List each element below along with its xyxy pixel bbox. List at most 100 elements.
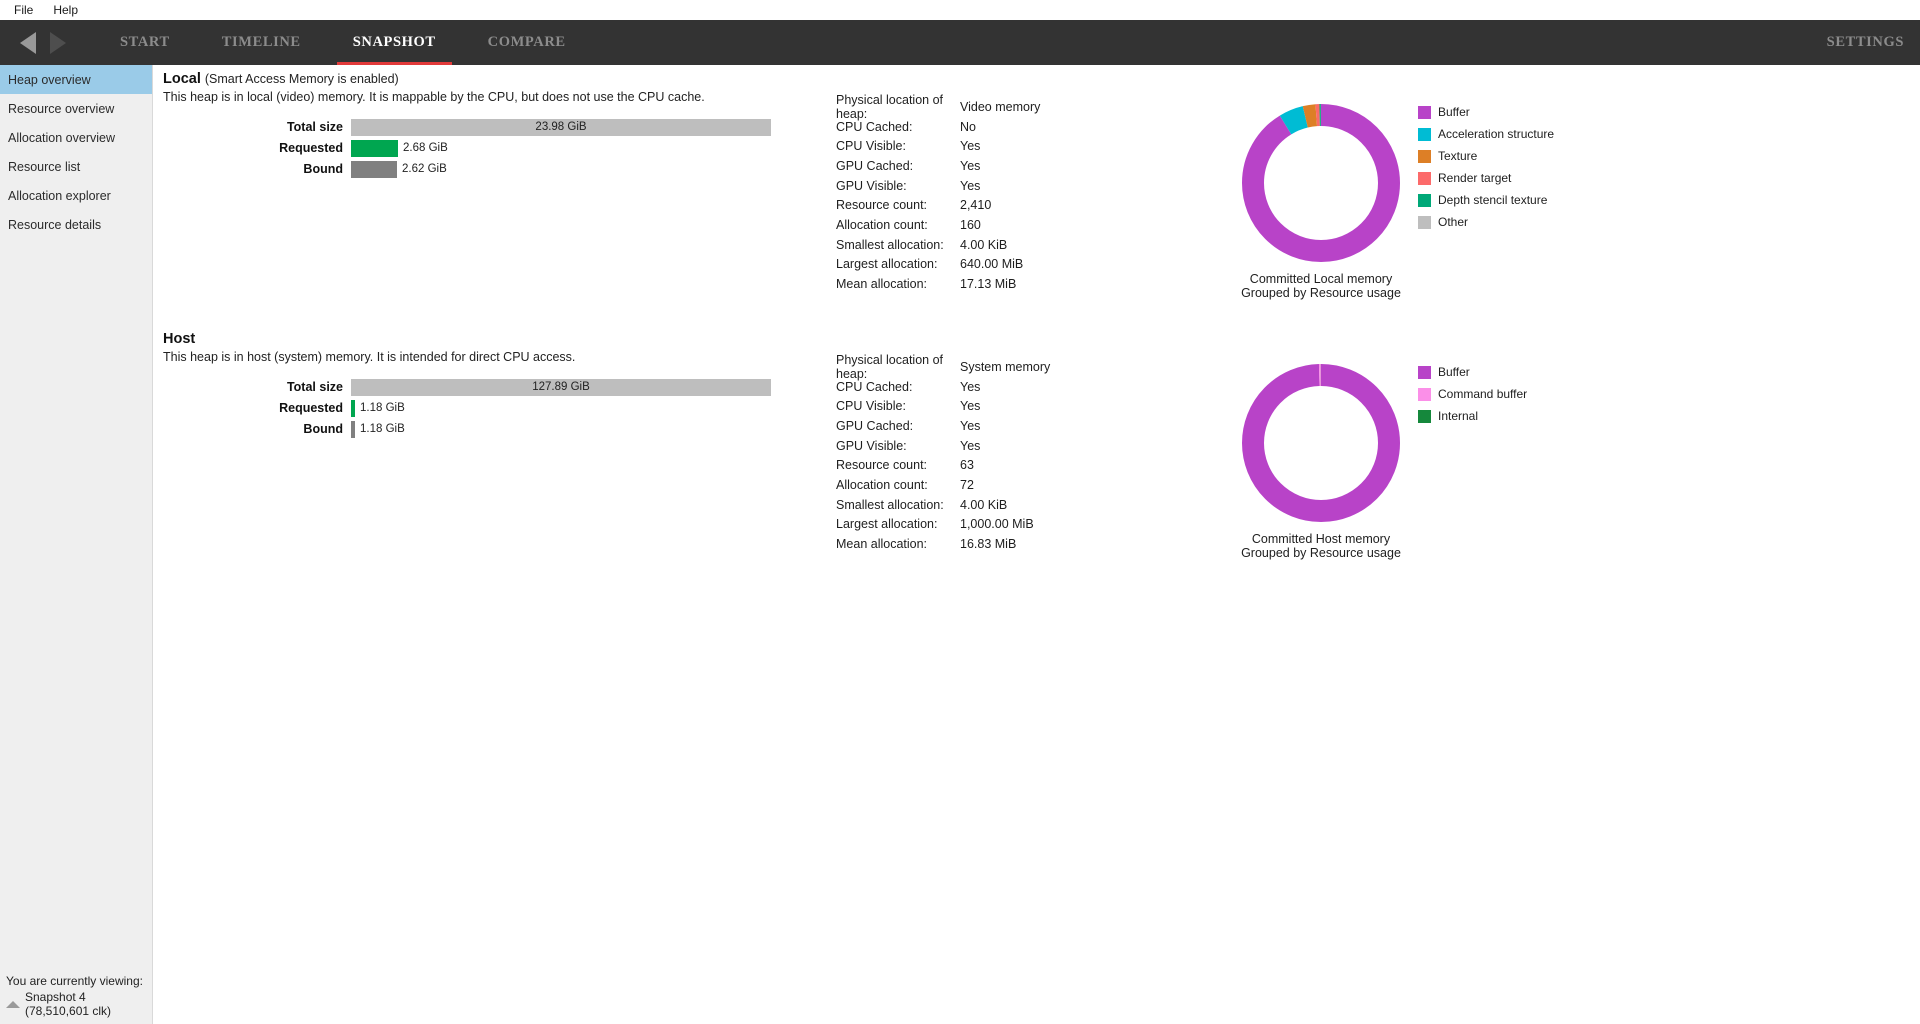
property-value: System memory (960, 359, 1051, 374)
legend-item[interactable]: Render target (1418, 167, 1554, 189)
property-value: 160 (960, 217, 981, 232)
property-key: Physical location of heap: (836, 352, 944, 381)
property-key: Largest allocation: (836, 517, 938, 532)
donut-slice-buffer (1242, 104, 1400, 262)
legend-item[interactable]: Buffer (1418, 101, 1554, 123)
property-value: Yes (960, 379, 981, 394)
property-value: No (960, 119, 976, 134)
menu-item-help[interactable]: Help (43, 1, 88, 19)
property-row: Smallest allocation: 4.00 KiB (836, 495, 1050, 515)
property-value: 1,000.00 MiB (960, 517, 1034, 532)
property-row: CPU Cached: Yes (836, 377, 1050, 397)
bar-track: 2.62 GiB (351, 160, 447, 178)
property-row: Resource count: 2,410 (836, 195, 1040, 215)
bar-fill (351, 139, 398, 157)
triangle-right-icon[interactable] (50, 31, 66, 54)
sidebar-item-heap-overview[interactable]: Heap overview (0, 65, 152, 94)
property-value: Yes (960, 158, 981, 173)
bar-label: Total size (286, 380, 343, 394)
bar-track: 127.89 GiB (351, 378, 771, 396)
legend-item[interactable]: Internal (1418, 405, 1527, 427)
legend-swatch-render-target (1418, 171, 1431, 185)
property-row: Smallest allocation: 4.00 KiB (836, 235, 1040, 255)
property-row: Resource count: 63 (836, 455, 1050, 475)
property-key: Largest allocation: (836, 257, 938, 272)
property-key: Smallest allocation: (836, 237, 944, 252)
sidebar-item-label: Heap overview (8, 72, 91, 87)
menu-bar: File Help (0, 0, 1920, 20)
tab-snapshot[interactable]: SNAPSHOT (327, 20, 462, 65)
legend-item[interactable]: Buffer (1418, 361, 1527, 383)
status-snapshot-label: Snapshot 4 (78,510,601 clk) (25, 990, 112, 1018)
property-row: CPU Cached: No (836, 117, 1040, 137)
legend-item[interactable]: Texture (1418, 145, 1554, 167)
legend-label: Render target (1438, 171, 1512, 185)
bar-value: 127.89 GiB (532, 380, 590, 393)
sidebar-item-allocation-overview[interactable]: Allocation overview (0, 123, 152, 152)
legend-swatch-buffer (1418, 365, 1431, 379)
tab-start[interactable]: START (94, 20, 196, 65)
property-value: 4.00 KiB (960, 497, 1008, 512)
legend-item[interactable]: Acceleration structure (1418, 123, 1554, 145)
host-chart-legend: Buffer Command buffer Internal (1418, 361, 1527, 427)
sidebar-item-resource-details[interactable]: Resource details (0, 210, 152, 239)
sidebar-item-allocation-explorer[interactable]: Allocation explorer (0, 181, 152, 210)
donut-slice-buffer (1242, 364, 1400, 522)
property-key: Resource count: (836, 458, 928, 473)
property-value: 63 (960, 458, 974, 473)
triangle-left-icon[interactable] (20, 31, 36, 54)
sidebar-item-resource-overview[interactable]: Resource overview (0, 94, 152, 123)
property-key: GPU Cached: (836, 158, 914, 173)
legend-label: Command buffer (1438, 387, 1528, 401)
property-value: Yes (960, 139, 981, 154)
local-heap-note: (Smart Access Memory is enabled) (204, 72, 399, 86)
donut-svg-local (1242, 104, 1400, 262)
bar-track: 23.98 GiB (351, 118, 771, 136)
local-heap-properties: Physical location of heap: Video memory C… (836, 93, 1040, 294)
property-value: 17.13 MiB (960, 277, 1017, 292)
property-row: GPU Visible: Yes (836, 176, 1040, 196)
property-key: Physical location of heap: (836, 92, 944, 121)
settings-button[interactable]: SETTINGS (1827, 20, 1904, 65)
legend-item[interactable]: Depth stencil texture (1418, 189, 1554, 211)
tab-timeline[interactable]: TIMELINE (196, 20, 327, 65)
status-snapshot-row[interactable]: Snapshot 4 (78,510,601 clk) (4, 990, 148, 1018)
app-shell: Heap overview Resource overview Allocati… (0, 65, 1920, 1024)
property-row: Mean allocation: 17.13 MiB (836, 274, 1040, 294)
tab-compare[interactable]: COMPARE (462, 20, 592, 65)
property-row: Allocation count: 72 (836, 475, 1050, 495)
heap-section-host: Host This heap is in host (system) memor… (153, 325, 1920, 655)
legend-swatch-acceleration-structure (1418, 127, 1431, 141)
bar-label: Total size (286, 120, 343, 134)
bar-value: 2.68 GiB (403, 142, 448, 154)
property-value: Yes (960, 178, 981, 193)
property-row: Physical location of heap: Video memory (836, 93, 1040, 121)
bar-fill (351, 420, 355, 438)
local-donut-caption: Committed Local memory Grouped by Resour… (1241, 272, 1401, 300)
property-row: CPU Visible: Yes (836, 136, 1040, 156)
property-row: Allocation count: 160 (836, 215, 1040, 235)
property-value: 640.00 MiB (960, 257, 1024, 272)
current-view-status: You are currently viewing: Snapshot 4 (7… (0, 974, 152, 1018)
bar-track: 1.18 GiB (351, 420, 405, 438)
property-key: CPU Cached: (836, 379, 913, 394)
bar-label: Requested (279, 401, 343, 415)
legend-item[interactable]: Other (1418, 211, 1554, 233)
legend-item[interactable]: Command buffer (1418, 383, 1527, 405)
chevron-up-icon[interactable] (6, 1000, 20, 1008)
bar-label: Bound (303, 162, 343, 176)
property-key: Mean allocation: (836, 277, 928, 292)
property-key: GPU Cached: (836, 418, 914, 433)
sidebar-item-label: Resource overview (8, 101, 115, 116)
property-row: GPU Visible: Yes (836, 436, 1050, 456)
menu-item-file[interactable]: File (4, 1, 43, 19)
property-value: Yes (960, 399, 981, 414)
property-row: Physical location of heap: System memory (836, 353, 1051, 381)
sidebar-item-resource-list[interactable]: Resource list (0, 152, 152, 181)
property-key: CPU Cached: (836, 119, 913, 134)
property-value: 4.00 KiB (960, 237, 1008, 252)
status-label: You are currently viewing: (6, 974, 143, 988)
donut-svg-host (1242, 364, 1400, 522)
legend-swatch-internal (1418, 409, 1431, 423)
property-key: Resource count: (836, 198, 928, 213)
